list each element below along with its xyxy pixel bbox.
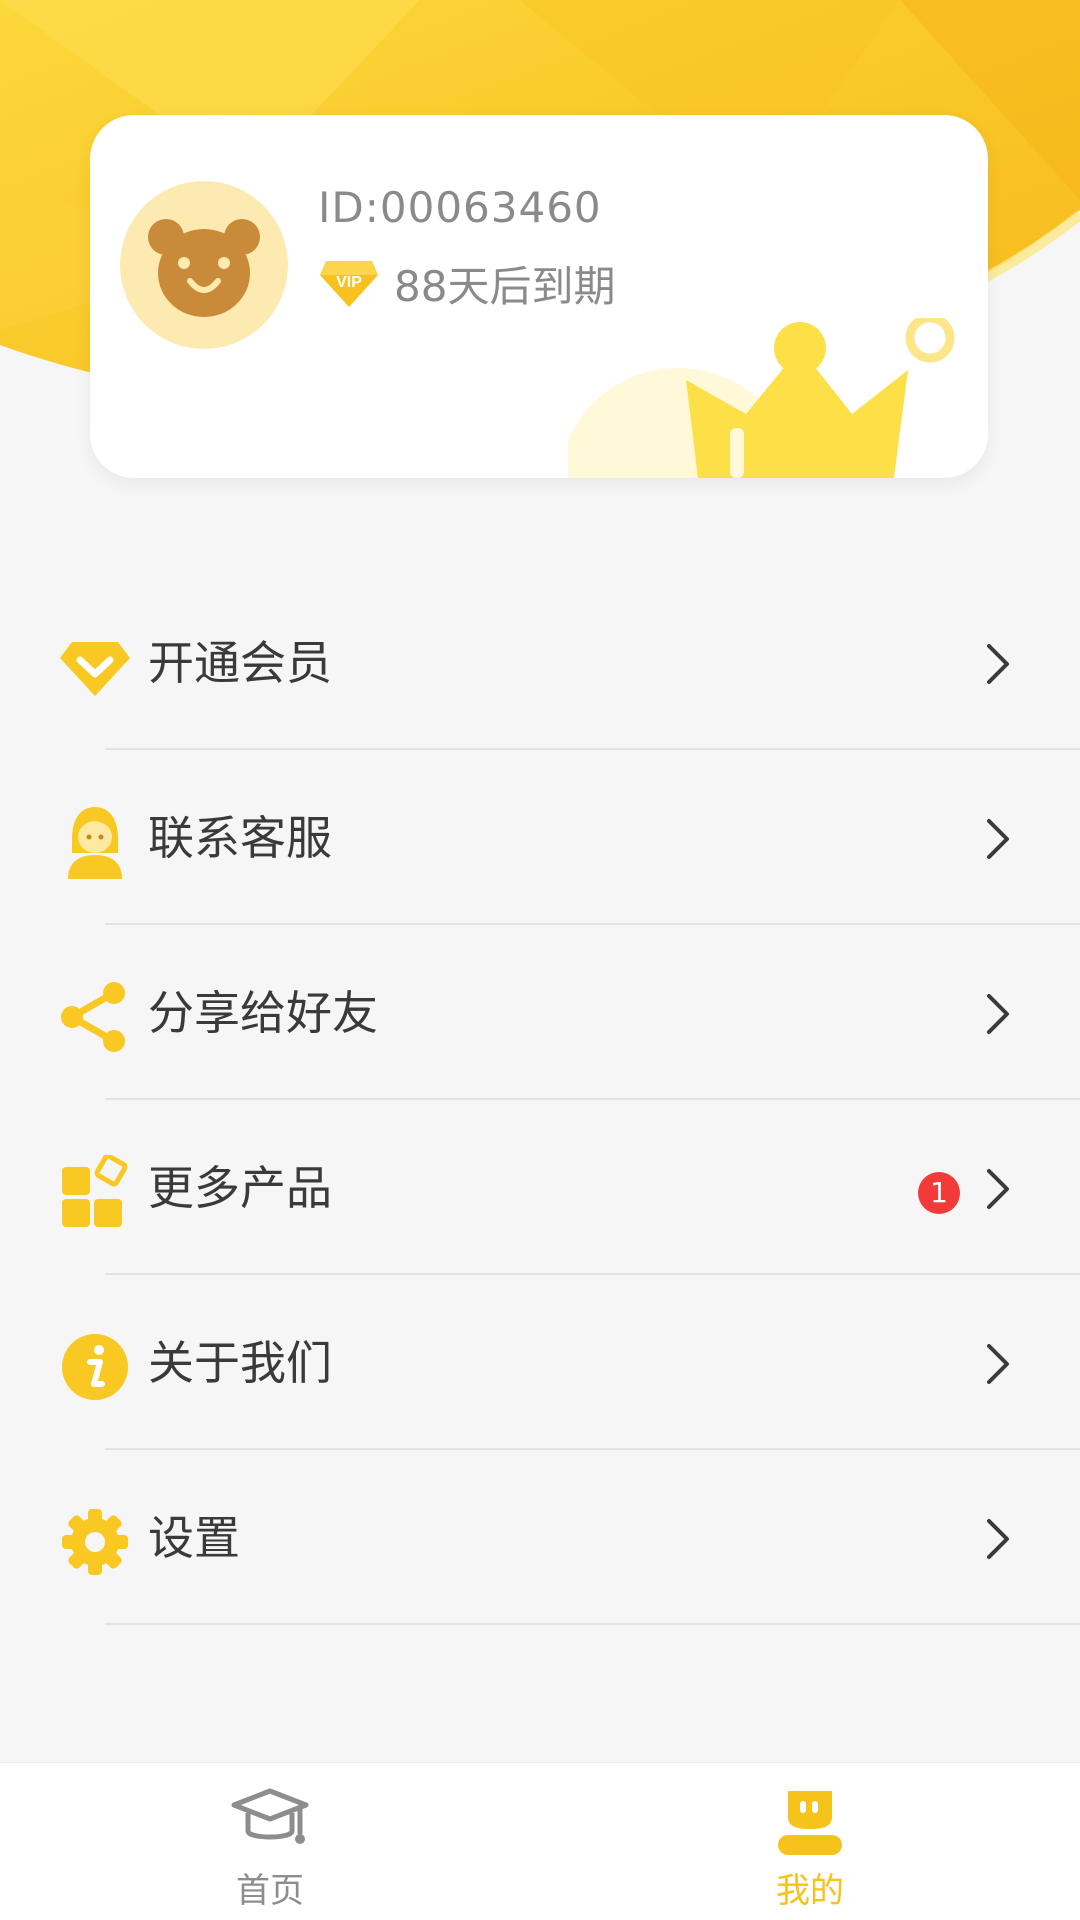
menu-item-label: 更多产品 [148, 1161, 332, 1215]
chevron-right-icon [987, 819, 1009, 859]
user-id: ID:00063460 [318, 183, 602, 232]
share-icon [61, 982, 125, 1052]
apps-icon [62, 1155, 128, 1227]
notification-badge: 1 [918, 1172, 960, 1214]
avatar[interactable] [120, 181, 288, 349]
divider [105, 1623, 1080, 1625]
vip-badge-text: VIP [336, 274, 362, 291]
vip-badge-icon: VIP [320, 261, 378, 307]
profile-card[interactable]: ID:00063460 VIP 88天后到期 [90, 115, 988, 478]
menu-item-more-products[interactable]: 更多产品 1 [0, 1100, 1080, 1275]
gear-icon [62, 1509, 128, 1575]
tab-mine[interactable]: 我的 [540, 1763, 1080, 1920]
menu-item-settings[interactable]: 设置 [0, 1450, 1080, 1625]
crown-decoration [568, 318, 955, 478]
menu-item-label: 关于我们 [148, 1336, 332, 1390]
tab-label: 我的 [776, 1871, 844, 1911]
chevron-right-icon [987, 1169, 1009, 1209]
vip-status: VIP 88天后到期 [318, 253, 615, 313]
chevron-right-icon [987, 994, 1009, 1034]
bottom-nav: 首页 我的 [0, 1762, 1080, 1920]
chevron-right-icon [987, 1519, 1009, 1559]
tab-home[interactable]: 首页 [0, 1763, 540, 1920]
menu-item-label: 开通会员 [148, 636, 332, 690]
menu-item-vip[interactable]: 开通会员 [0, 575, 1080, 750]
menu-item-label: 设置 [148, 1511, 240, 1565]
menu-item-label: 联系客服 [148, 811, 332, 865]
chevron-right-icon [987, 1344, 1009, 1384]
robot-icon [778, 1791, 842, 1855]
diamond-icon [60, 642, 130, 696]
settings-menu: 开通会员 联系客服 分享给好友 更多产品 1 关于我们 设置 [0, 575, 1080, 1625]
menu-item-about-us[interactable]: 关于我们 [0, 1275, 1080, 1450]
tab-label: 首页 [236, 1871, 304, 1911]
graduation-cap-icon [231, 1788, 309, 1844]
chevron-right-icon [987, 644, 1009, 684]
info-icon [62, 1334, 128, 1400]
menu-item-share[interactable]: 分享给好友 [0, 925, 1080, 1100]
profile-screen: ID:00063460 VIP 88天后到期 开通会员 联系客服 分享给好友 更… [0, 0, 1080, 1920]
menu-item-label: 分享给好友 [148, 986, 378, 1040]
customer-service-icon [68, 807, 122, 879]
vip-expire-text: 88天后到期 [394, 261, 616, 311]
bear-face-icon [148, 219, 260, 317]
menu-item-customer-service[interactable]: 联系客服 [0, 750, 1080, 925]
